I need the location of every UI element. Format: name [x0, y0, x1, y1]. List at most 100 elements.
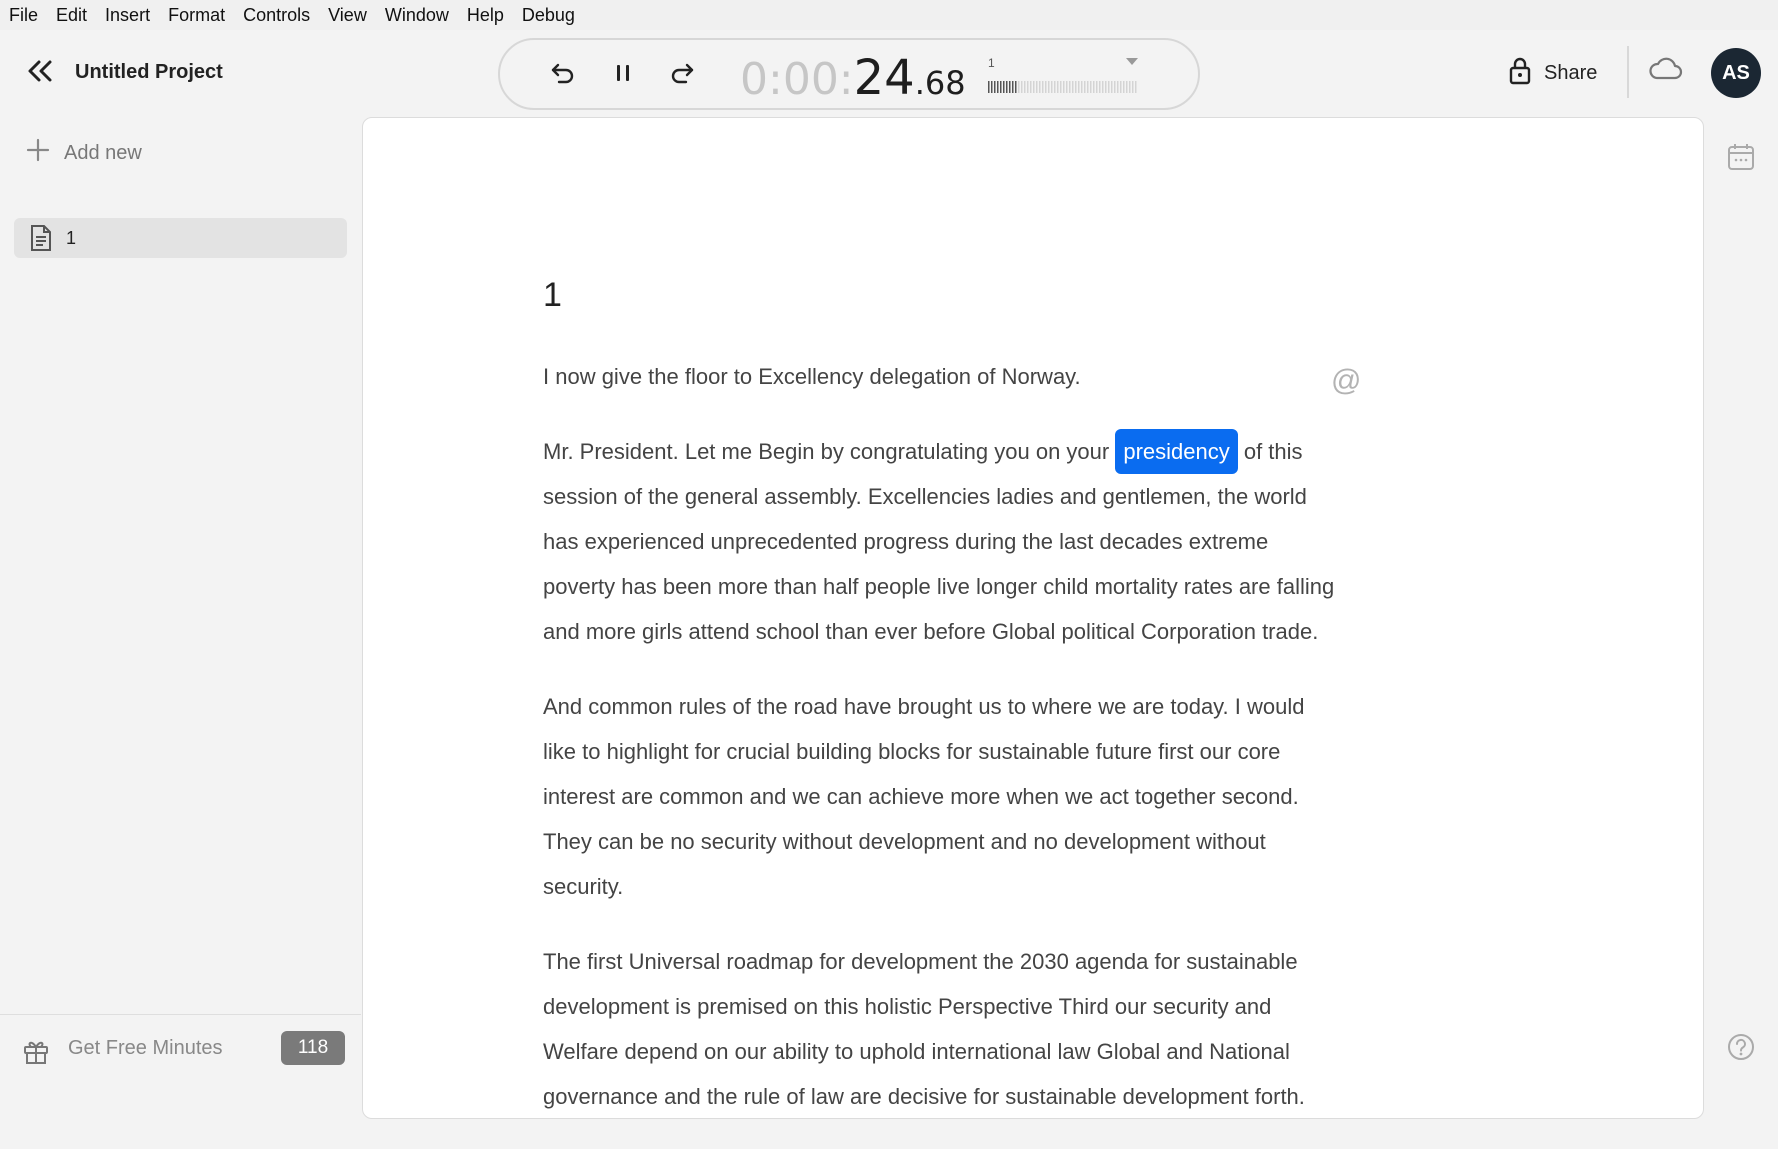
lock-icon: [1508, 57, 1532, 90]
level-meter-tick: [1045, 81, 1047, 93]
user-avatar[interactable]: AS: [1711, 48, 1761, 98]
level-meter-tick: [1129, 81, 1131, 93]
top-bar: Untitled Project 0:00:24.68 1 Share AS: [0, 30, 1778, 118]
toolbar-divider: [1627, 46, 1629, 98]
menu-edit[interactable]: Edit: [47, 0, 96, 30]
transcript-body[interactable]: I now give the floor to Excellency deleg…: [543, 354, 1343, 1149]
menu-help[interactable]: Help: [458, 0, 513, 30]
playback-controls: 0:00:24.68 1: [498, 38, 1200, 110]
level-meter-tick: [1018, 81, 1020, 93]
level-meter-tick: [1060, 81, 1062, 93]
level-meter-tick: [1093, 81, 1095, 93]
menu-insert[interactable]: Insert: [96, 0, 159, 30]
level-meter-tick: [1063, 81, 1065, 93]
sidebar-document-item[interactable]: 1: [14, 218, 347, 258]
project-title[interactable]: Untitled Project: [75, 61, 223, 84]
collapse-sidebar-button[interactable]: [22, 57, 58, 89]
level-meter-tick: [1132, 81, 1134, 93]
sidebar-footer: Get Free Minutes 118: [0, 1014, 361, 1085]
highlighted-word[interactable]: presidency: [1115, 429, 1238, 474]
level-meter-tick: [1114, 81, 1116, 93]
menu-view[interactable]: View: [319, 0, 376, 30]
timer-fraction: .68: [914, 64, 966, 102]
level-meter-tick: [1084, 81, 1086, 93]
level-meter-tick: [1072, 81, 1074, 93]
level-meter-tick: [1081, 81, 1083, 93]
menu-file[interactable]: File: [0, 0, 47, 30]
level-meter-tick: [1078, 81, 1080, 93]
menu-debug[interactable]: Debug: [513, 0, 584, 30]
share-label: Share: [1544, 61, 1598, 84]
level-meter-tick: [1102, 81, 1104, 93]
add-new-button[interactable]: Add new: [26, 138, 142, 168]
get-free-minutes-link[interactable]: Get Free Minutes: [68, 1037, 223, 1060]
level-meter-tick: [1108, 81, 1110, 93]
paragraph-text: Mr. President. Let me Begin by congratul…: [543, 439, 1116, 464]
document-name: 1: [66, 227, 77, 248]
gift-icon: [22, 1037, 50, 1070]
cloud-sync-button[interactable]: [1648, 54, 1684, 87]
level-meter-tick: [1051, 81, 1053, 93]
level-meter-tick: [1006, 81, 1008, 93]
transcript-paragraph[interactable]: The first Universal roadmap for developm…: [543, 939, 1343, 1119]
level-meter-tick: [1000, 81, 1002, 93]
level-meter-tick: [1099, 81, 1101, 93]
document-title[interactable]: 1: [543, 276, 562, 315]
level-meter-tick: [1135, 81, 1137, 93]
playback-timer: 0:00:24.68: [740, 50, 966, 106]
level-meter-tick: [1120, 81, 1122, 93]
menu-controls[interactable]: Controls: [234, 0, 319, 30]
redo-icon: [668, 60, 696, 91]
menu-window[interactable]: Window: [376, 0, 458, 30]
level-meter-tick: [994, 81, 996, 93]
level-meter-tick: [1096, 81, 1098, 93]
timer-seconds: 24: [853, 50, 915, 106]
level-meter-tick: [1126, 81, 1128, 93]
level-meter-tick: [1033, 81, 1035, 93]
level-meter-tick: [997, 81, 999, 93]
level-meter-tick: [1012, 81, 1014, 93]
level-meter-tick: [1075, 81, 1077, 93]
transcript-paragraph[interactable]: I now give the floor to Excellency deleg…: [543, 354, 1343, 399]
level-meter-tick: [1057, 81, 1059, 93]
speed-dropdown-caret-icon[interactable]: [1126, 58, 1138, 65]
pause-button[interactable]: [606, 58, 640, 92]
level-meter-tick: [1036, 81, 1038, 93]
calendar-icon: [1726, 144, 1756, 176]
transcript-paragraph[interactable]: And common rules of the road have brough…: [543, 684, 1343, 909]
rewind-button[interactable]: [546, 58, 580, 92]
level-meter-tick: [1024, 81, 1026, 93]
level-meter-tick: [1048, 81, 1050, 93]
level-meter-tick: [1123, 81, 1125, 93]
level-meter-tick: [1015, 81, 1017, 93]
level-meter-tick: [1021, 81, 1023, 93]
level-meter-tick: [1042, 81, 1044, 93]
level-meter-tick: [1027, 81, 1029, 93]
level-meter-tick: [1090, 81, 1092, 93]
level-meter-tick: [1069, 81, 1071, 93]
audio-level-meter: [988, 80, 1138, 94]
level-meter-tick: [1030, 81, 1032, 93]
level-meter-tick: [1066, 81, 1068, 93]
level-meter-tick: [991, 81, 993, 93]
share-button[interactable]: Share: [1508, 56, 1597, 90]
calendar-button[interactable]: [1726, 142, 1756, 177]
double-chevron-left-icon: [26, 59, 54, 88]
pause-icon: [613, 62, 633, 89]
level-meter-tick: [1111, 81, 1113, 93]
level-meter-tick: [1117, 81, 1119, 93]
document-icon: [28, 224, 54, 252]
transcript-editor[interactable]: 1 @ I now give the floor to Excellency d…: [362, 117, 1704, 1119]
level-meter-tick: [988, 81, 990, 93]
forward-button[interactable]: [665, 58, 699, 92]
level-meter-tick: [1105, 81, 1107, 93]
playback-speed-value[interactable]: 1: [988, 56, 995, 70]
level-meter-tick: [1054, 81, 1056, 93]
help-icon: [1726, 1034, 1756, 1066]
transcript-paragraph[interactable]: Mr. President. Let me Begin by congratul…: [543, 429, 1343, 654]
help-button[interactable]: [1726, 1032, 1756, 1067]
level-meter-tick: [1003, 81, 1005, 93]
level-meter-bars: [988, 81, 1137, 93]
menu-format[interactable]: Format: [159, 0, 234, 30]
level-meter-tick: [1087, 81, 1089, 93]
